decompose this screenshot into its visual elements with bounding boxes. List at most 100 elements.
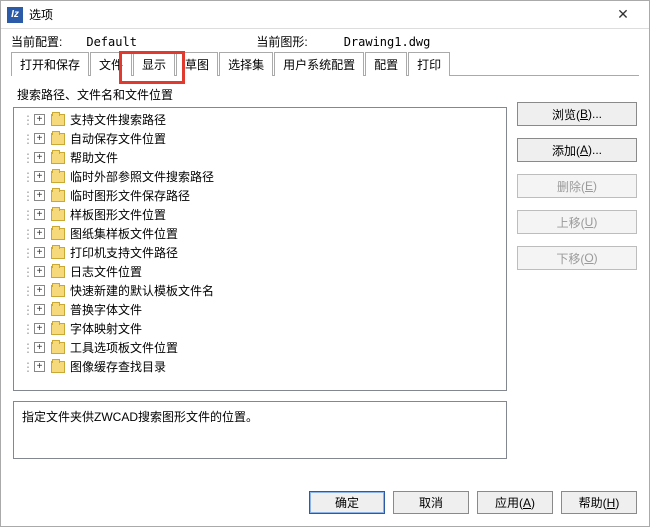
tree-branch-icon: ⋮ — [22, 322, 34, 336]
tab-draft[interactable]: 草图 — [176, 52, 218, 76]
add-button[interactable]: 添加(A)... — [517, 138, 637, 162]
tree-item-label: 字体映射文件 — [70, 320, 142, 337]
expand-icon[interactable]: + — [34, 304, 45, 315]
moveup-button: 上移(U) — [517, 210, 637, 234]
folder-icon — [51, 171, 65, 183]
browse-hotkey: B — [580, 107, 588, 121]
tree-branch-icon: ⋮ — [22, 341, 34, 355]
description-text: 指定文件夹供ZWCAD搜索图形文件的位置。 — [22, 410, 258, 424]
expand-icon[interactable]: + — [34, 171, 45, 182]
moveup-hotkey: U — [585, 215, 594, 229]
tree-item-label: 打印机支持文件路径 — [70, 244, 178, 261]
tree-item[interactable]: ⋮+ 打印机支持文件路径 — [14, 243, 506, 262]
apply-suffix: ) — [531, 496, 535, 510]
folder-icon — [51, 304, 65, 316]
folder-icon — [51, 152, 65, 164]
tab-open-save[interactable]: 打开和保存 — [11, 52, 89, 76]
movedown-suffix: ) — [594, 251, 598, 265]
expand-icon[interactable]: + — [34, 342, 45, 353]
apply-button[interactable]: 应用(A) — [477, 491, 553, 514]
tab-display[interactable]: 显示 — [133, 52, 175, 76]
folder-icon — [51, 285, 65, 297]
tree-item[interactable]: ⋮+日志文件位置 — [14, 262, 506, 281]
help-button[interactable]: 帮助(H) — [561, 491, 637, 514]
folder-icon — [51, 209, 65, 221]
current-drawing-label: 当前图形: — [256, 33, 307, 50]
tree-item[interactable]: ⋮+ 临时外部参照文件搜索路径 — [14, 167, 506, 186]
window-title: 选项 — [29, 6, 53, 23]
expand-icon[interactable]: + — [34, 247, 45, 258]
current-drawing-value: Drawing1.dwg — [344, 35, 431, 49]
expand-icon[interactable]: + — [34, 323, 45, 334]
tree-item[interactable]: ⋮+ 自动保存文件位置 — [14, 129, 506, 148]
tab-user-system[interactable]: 用户系统配置 — [274, 52, 364, 76]
right-column: 浏览(B)... 添加(A)... 删除(E) 上移(U) 下移(O) — [517, 84, 637, 475]
tree-item-label: 图纸集样板文件位置 — [70, 225, 178, 242]
help-hotkey: H — [607, 496, 616, 510]
left-column: 搜索路径、文件名和文件位置 ⋮+支持文件搜索路径⋮+自动保存文件位置⋮+帮助文件… — [13, 84, 507, 475]
tree-branch-icon: ⋮ — [22, 132, 34, 146]
expand-icon[interactable]: + — [34, 266, 45, 277]
tab-selection[interactable]: 选择集 — [219, 52, 273, 76]
expand-icon[interactable]: + — [34, 228, 45, 239]
ok-button[interactable]: 确定 — [309, 491, 385, 514]
moveup-suffix: ) — [593, 215, 597, 229]
tree-item[interactable]: ⋮+工具选项板文件位置 — [14, 338, 506, 357]
options-dialog: Iz 选项 ✕ 当前配置: Default 当前图形: Drawing1.dwg… — [0, 0, 650, 527]
tree-item-label: 图像缓存查找目录 — [70, 358, 166, 375]
tree-item[interactable]: ⋮+ 帮助文件 — [14, 148, 506, 167]
browse-button[interactable]: 浏览(B)... — [517, 102, 637, 126]
tree-branch-icon: ⋮ — [22, 227, 34, 241]
tree-item[interactable]: ⋮+样板图形文件位置 — [14, 205, 506, 224]
content-area: 搜索路径、文件名和文件位置 ⋮+支持文件搜索路径⋮+自动保存文件位置⋮+帮助文件… — [1, 76, 649, 481]
close-icon[interactable]: ✕ — [603, 1, 643, 29]
folder-icon — [51, 114, 65, 126]
tree-item[interactable]: ⋮+快速新建的默认模板文件名 — [14, 281, 506, 300]
tab-file[interactable]: 文件 — [90, 52, 132, 76]
tree-branch-icon: ⋮ — [22, 246, 34, 260]
expand-icon[interactable]: + — [34, 361, 45, 372]
folder-icon — [51, 342, 65, 354]
tree-item-label: 样板图形文件位置 — [70, 206, 166, 223]
footer-buttons: 确定 取消 应用(A) 帮助(H) — [1, 481, 649, 526]
folder-icon — [51, 190, 65, 202]
tree-item[interactable]: ⋮+ 图纸集样板文件位置 — [14, 224, 506, 243]
tab-profiles[interactable]: 配置 — [365, 52, 407, 76]
tree-item[interactable]: ⋮+ 图像缓存查找目录 — [14, 357, 506, 376]
expand-icon[interactable]: + — [34, 285, 45, 296]
tree-item-label: 自动保存文件位置 — [70, 130, 166, 147]
tree-item[interactable]: ⋮+普换字体文件 — [14, 300, 506, 319]
tree-item-label: 临时外部参照文件搜索路径 — [70, 168, 214, 185]
tree-branch-icon: ⋮ — [22, 189, 34, 203]
ok-label: 确定 — [335, 494, 359, 511]
expand-icon[interactable]: + — [34, 190, 45, 201]
tree-item[interactable]: ⋮+ 支持文件搜索路径 — [14, 110, 506, 129]
current-profile-value: Default — [86, 35, 256, 49]
apply-hotkey: A — [523, 496, 531, 510]
cancel-button[interactable]: 取消 — [393, 491, 469, 514]
tree-branch-icon: ⋮ — [22, 113, 34, 127]
expand-icon[interactable]: + — [34, 114, 45, 125]
expand-icon[interactable]: + — [34, 133, 45, 144]
tree-item[interactable]: ⋮+ 字体映射文件 — [14, 319, 506, 338]
folder-icon — [51, 266, 65, 278]
apply-label: 应用( — [495, 494, 523, 511]
movedown-label: 下移( — [556, 250, 584, 267]
help-suffix: ) — [615, 496, 619, 510]
tree-branch-icon: ⋮ — [22, 151, 34, 165]
tree-branch-icon: ⋮ — [22, 360, 34, 374]
tree-panel[interactable]: ⋮+支持文件搜索路径⋮+自动保存文件位置⋮+帮助文件⋮+临时外部参照文件搜索路径… — [13, 107, 507, 391]
tree-item[interactable]: ⋮+临时图形文件保存路径 — [14, 186, 506, 205]
tab-print[interactable]: 打印 — [408, 52, 450, 76]
expand-icon[interactable]: + — [34, 209, 45, 220]
group-label: 搜索路径、文件名和文件位置 — [17, 86, 507, 103]
add-hotkey: A — [580, 143, 588, 157]
expand-icon[interactable]: + — [34, 152, 45, 163]
tree-item-label: 日志文件位置 — [70, 263, 142, 280]
tree-branch-icon: ⋮ — [22, 170, 34, 184]
browse-suffix: )... — [588, 107, 602, 121]
delete-suffix: ) — [593, 179, 597, 193]
tree-item-label: 支持文件搜索路径 — [70, 111, 166, 128]
tree-item-label: 帮助文件 — [70, 149, 118, 166]
current-profile-label: 当前配置: — [11, 33, 62, 50]
